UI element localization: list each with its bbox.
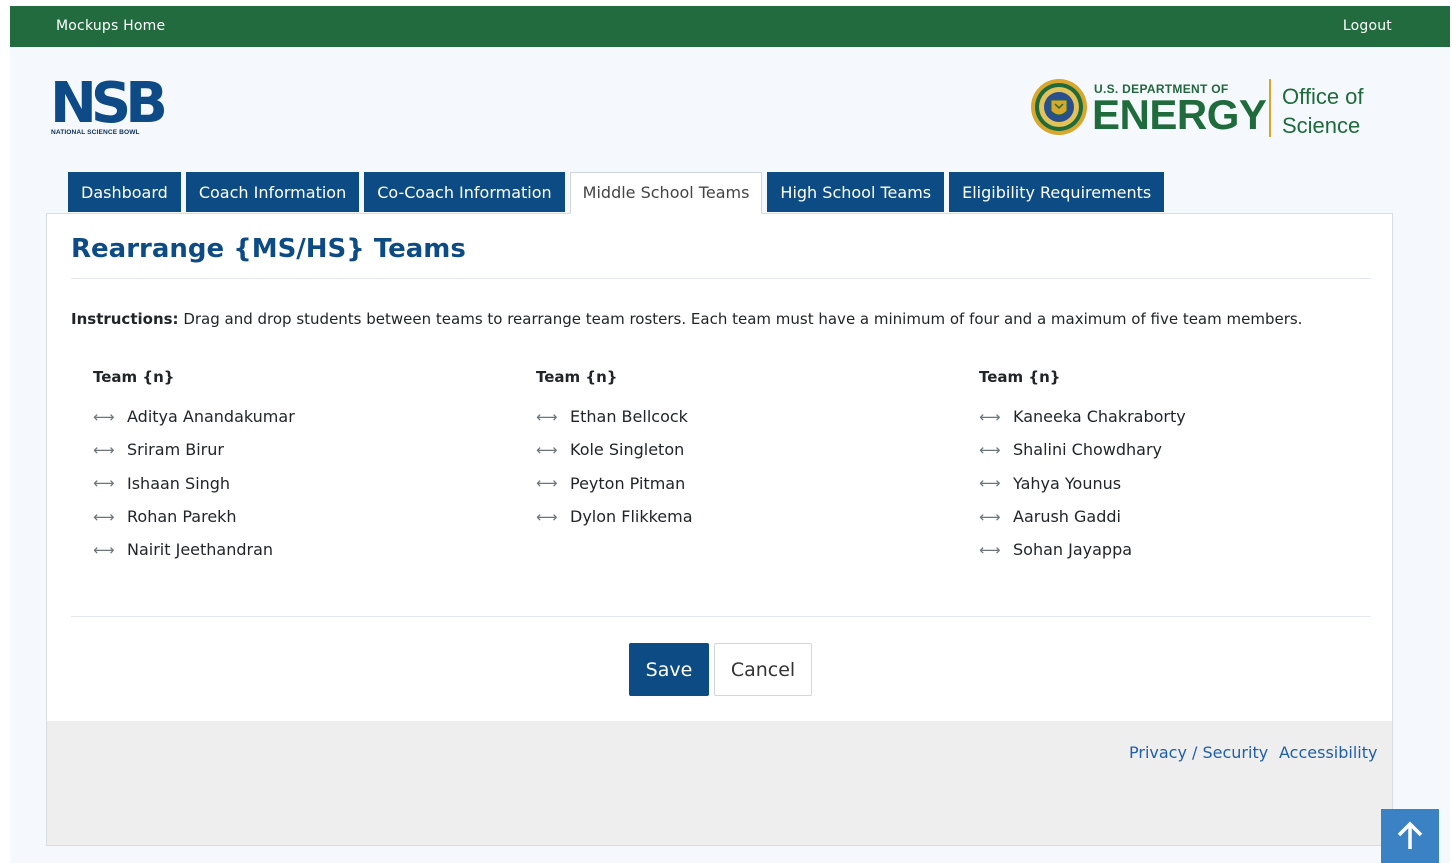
drag-handle-icon[interactable]: ⟷ xyxy=(979,508,1013,526)
drag-handle-icon[interactable]: ⟷ xyxy=(93,474,127,492)
content-card: Rearrange {MS/HS} Teams Instructions: Dr… xyxy=(46,213,1393,846)
team-member[interactable]: ⟷ Kaneeka Chakraborty xyxy=(979,400,1339,433)
drag-handle-icon[interactable]: ⟷ xyxy=(979,541,1013,559)
team-name: Team {n} xyxy=(536,368,618,386)
member-name: Sohan Jayappa xyxy=(1013,540,1133,560)
member-name: Dylon Flikkema xyxy=(570,507,693,527)
team-member[interactable]: ⟷ Sriram Birur xyxy=(93,433,453,466)
tab-dashboard[interactable]: Dashboard xyxy=(68,172,181,212)
logout-link[interactable]: Logout xyxy=(1343,18,1392,34)
drag-handle-icon[interactable]: ⟷ xyxy=(979,474,1013,492)
team-member[interactable]: ⟷ Sohan Jayappa xyxy=(979,533,1339,566)
instructions-text: Drag and drop students between teams to … xyxy=(178,310,1303,328)
team-member[interactable]: ⟷ Aditya Anandakumar xyxy=(93,400,453,433)
team-name: Team {n} xyxy=(979,368,1061,386)
team-roster: ⟷ Aditya Anandakumar ⟷ Sriram Birur ⟷ Ishaa… xyxy=(93,400,453,566)
member-name: Sriram Birur xyxy=(127,440,224,460)
privacy-security-link[interactable]: Privacy / Security xyxy=(1129,743,1268,762)
member-name: Aditya Anandakumar xyxy=(127,407,295,427)
team-member[interactable]: ⟷ Yahya Younus xyxy=(979,467,1339,500)
team-member[interactable]: ⟷ Shalini Chowdhary xyxy=(979,433,1339,466)
drag-handle-icon[interactable]: ⟷ xyxy=(536,441,570,459)
logo-divider xyxy=(1269,79,1271,137)
nsb-logo[interactable]: NSB NATIONAL SCIENCE BOWL xyxy=(50,76,168,140)
team-column-1: Team {n} ⟷ Aditya Anandakumar ⟷ Sriram Bir… xyxy=(93,368,453,566)
page-title: Rearrange {MS/HS} Teams xyxy=(71,234,466,264)
main-tabs: Dashboard Coach Information Co-Coach Inf… xyxy=(68,172,1169,214)
instructions-label: Instructions: xyxy=(71,310,179,328)
team-roster: ⟷ Kaneeka Chakraborty ⟷ Shalini Chowdhary … xyxy=(979,400,1339,566)
arrow-up-icon xyxy=(1397,821,1423,849)
team-member[interactable]: ⟷ Aarush Gaddi xyxy=(979,500,1339,533)
tab-coach-information[interactable]: Coach Information xyxy=(185,172,360,212)
drag-handle-icon[interactable]: ⟷ xyxy=(93,541,127,559)
drag-handle-icon[interactable]: ⟷ xyxy=(93,408,127,426)
member-name: Ishaan Singh xyxy=(127,473,231,493)
title-divider xyxy=(71,278,1371,279)
team-column-3: Team {n} ⟷ Kaneeka Chakraborty ⟷ Shalini C… xyxy=(979,368,1339,566)
drag-handle-icon[interactable]: ⟷ xyxy=(536,474,570,492)
drag-handle-icon[interactable]: ⟷ xyxy=(93,508,127,526)
team-member[interactable]: ⟷ Rohan Parekh xyxy=(93,500,453,533)
top-navbar: Mockups Home Logout xyxy=(10,6,1450,47)
instructions: Instructions: Drag and drop students bet… xyxy=(71,310,1371,328)
actions-divider xyxy=(71,616,1371,617)
doe-seal-icon xyxy=(1031,79,1087,135)
drag-handle-icon[interactable]: ⟷ xyxy=(536,508,570,526)
member-name: Shalini Chowdhary xyxy=(1013,440,1162,460)
doe-energy-text: ENERGY xyxy=(1092,91,1267,138)
team-name: Team {n} xyxy=(93,368,175,386)
team-member[interactable]: ⟷ Nairit Jeethandran xyxy=(93,533,453,566)
drag-handle-icon[interactable]: ⟷ xyxy=(979,441,1013,459)
member-name: Kole Singleton xyxy=(570,440,685,460)
team-column-2: Team {n} ⟷ Ethan Bellcock ⟷ Kole Singleton… xyxy=(536,368,896,533)
team-member[interactable]: ⟷ Ethan Bellcock xyxy=(536,400,896,433)
member-name: Rohan Parekh xyxy=(127,507,237,527)
drag-handle-icon[interactable]: ⟷ xyxy=(93,441,127,459)
save-button[interactable]: Save xyxy=(629,643,709,696)
cancel-button[interactable]: Cancel xyxy=(714,643,812,696)
drag-handle-icon[interactable]: ⟷ xyxy=(536,408,570,426)
team-member[interactable]: ⟷ Ishaan Singh xyxy=(93,467,453,500)
tab-co-coach-information[interactable]: Co-Coach Information xyxy=(364,172,565,212)
tab-high-school-teams[interactable]: High School Teams xyxy=(767,172,945,212)
member-name: Yahya Younus xyxy=(1013,473,1122,493)
drag-handle-icon[interactable]: ⟷ xyxy=(979,408,1013,426)
mockups-home-link[interactable]: Mockups Home xyxy=(56,18,165,34)
tab-middle-school-teams[interactable]: Middle School Teams xyxy=(569,172,763,214)
footer: Privacy / Security Accessibility xyxy=(47,721,1392,845)
member-name: Kaneeka Chakraborty xyxy=(1013,407,1186,427)
accessibility-link[interactable]: Accessibility xyxy=(1279,743,1377,762)
back-to-top-button[interactable] xyxy=(1381,809,1439,863)
member-name: Aarush Gaddi xyxy=(1013,507,1121,527)
doe-office-of-science-logo[interactable]: U.S. DEPARTMENT OF ENERGY Office of Scie… xyxy=(1030,76,1380,142)
office-of-science-text: Office of Science xyxy=(1282,82,1364,140)
team-member[interactable]: ⟷ Peyton Pitman xyxy=(536,467,896,500)
office-line-1: Office of xyxy=(1282,84,1364,109)
team-member[interactable]: ⟷ Kole Singleton xyxy=(536,433,896,466)
nsb-logo-letters: NSB xyxy=(50,71,168,136)
nsb-logo-subtitle: NATIONAL SCIENCE BOWL xyxy=(51,129,140,136)
team-member[interactable]: ⟷ Dylon Flikkema xyxy=(536,500,896,533)
office-line-2: Science xyxy=(1282,113,1361,138)
member-name: Ethan Bellcock xyxy=(570,407,688,427)
team-roster: ⟷ Ethan Bellcock ⟷ Kole Singleton ⟷ Peyton … xyxy=(536,400,896,533)
member-name: Peyton Pitman xyxy=(570,473,686,493)
tab-eligibility-requirements[interactable]: Eligibility Requirements xyxy=(949,172,1165,212)
member-name: Nairit Jeethandran xyxy=(127,540,274,560)
